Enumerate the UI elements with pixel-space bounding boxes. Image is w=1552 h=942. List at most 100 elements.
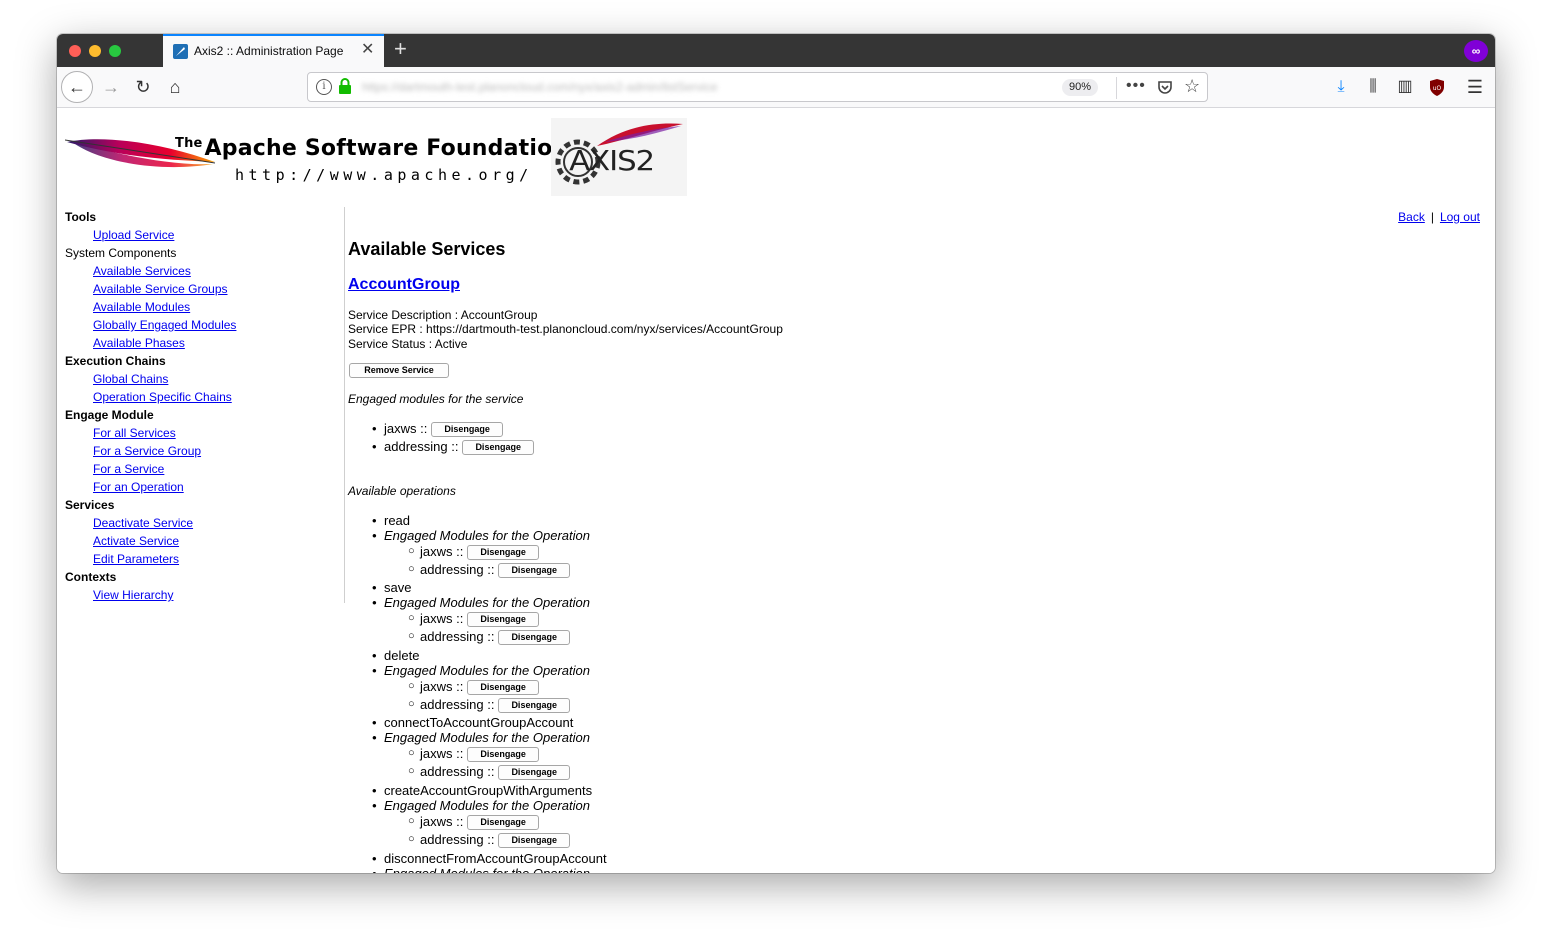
module-name: jaxws :: bbox=[420, 746, 464, 761]
operation-modules-heading: • Engaged Modules for the Operation bbox=[372, 730, 590, 746]
close-tab-icon[interactable]: ✕ bbox=[361, 41, 374, 59]
top-links: Back | Log out bbox=[1398, 210, 1480, 224]
library-icon[interactable]: ⫼ bbox=[1362, 76, 1384, 98]
operation-item: • save bbox=[372, 580, 411, 596]
circle-bullet: ○ bbox=[408, 612, 415, 624]
axis2-logo-text: AXIS2 bbox=[569, 144, 655, 177]
home-icon[interactable]: ⌂ bbox=[159, 71, 191, 103]
operation-modules-label: Engaged Modules for the Operation bbox=[384, 798, 590, 813]
tab-strip: Axis2 :: Administration Page ✕ + ∞ bbox=[57, 34, 1495, 67]
minimize-window-button[interactable] bbox=[89, 45, 101, 57]
sidebar-heading: Execution Chains bbox=[65, 354, 166, 368]
operation-module-item: ○ addressing :: Disengage bbox=[408, 629, 570, 646]
disengage-button[interactable]: Disengage bbox=[462, 440, 534, 456]
operation-name: delete bbox=[384, 648, 420, 663]
module-name: jaxws :: bbox=[420, 814, 464, 829]
module-name: addressing :: bbox=[420, 629, 495, 644]
operation-modules-heading: • Engaged Modules for the Operation bbox=[372, 798, 590, 814]
svg-text:uO: uO bbox=[1433, 85, 1442, 92]
link-separator: | bbox=[1430, 210, 1434, 224]
sidebar-link[interactable]: Globally Engaged Modules bbox=[93, 316, 236, 334]
operation-modules-heading: • Engaged Modules for the Operation bbox=[372, 595, 590, 611]
service-description: Service Description : AccountGroup bbox=[348, 308, 538, 322]
bullet-dot: • bbox=[372, 783, 377, 798]
disengage-button[interactable]: Disengage bbox=[498, 833, 570, 849]
disengage-button[interactable]: Disengage bbox=[498, 630, 570, 646]
disengage-button[interactable]: Disengage bbox=[467, 680, 539, 696]
back-arrow-icon[interactable]: ← bbox=[61, 71, 93, 103]
disengage-button[interactable]: Disengage bbox=[498, 698, 570, 714]
disengage-button[interactable]: Disengage bbox=[431, 422, 503, 438]
logout-link[interactable]: Log out bbox=[1440, 210, 1480, 224]
remove-service-button[interactable]: Remove Service bbox=[349, 363, 449, 378]
operation-module-item: ○ jaxws :: Disengage bbox=[408, 679, 539, 696]
sidebar-link[interactable]: View Hierarchy bbox=[93, 586, 173, 604]
module-name: jaxws :: bbox=[420, 544, 464, 559]
url-bar[interactable]: i https://dartmouth-test.planoncloud.com… bbox=[307, 72, 1208, 102]
download-icon[interactable]: ⤓ bbox=[1330, 76, 1352, 98]
info-icon[interactable]: i bbox=[316, 79, 332, 95]
operation-modules-label: Engaged Modules for the Operation bbox=[384, 595, 590, 610]
sidebar-link[interactable]: Global Chains bbox=[93, 370, 168, 388]
feather-favicon-icon bbox=[173, 44, 188, 59]
asf-the: The bbox=[175, 136, 203, 151]
operation-module-item: ○ addressing :: Disengage bbox=[408, 764, 570, 781]
url-text[interactable]: https://dartmouth-test.planoncloud.com/n… bbox=[362, 80, 718, 94]
url-separator bbox=[1116, 77, 1117, 99]
disengage-button[interactable]: Disengage bbox=[467, 815, 539, 831]
lock-icon[interactable] bbox=[338, 78, 352, 94]
service-module-item: • addressing :: Disengage bbox=[372, 439, 534, 456]
circle-bullet: ○ bbox=[408, 545, 415, 557]
close-window-button[interactable] bbox=[69, 45, 81, 57]
sidebar-link[interactable]: For a Service bbox=[93, 460, 164, 478]
sidebar-link[interactable]: Operation Specific Chains bbox=[93, 388, 232, 406]
disengage-button[interactable]: Disengage bbox=[467, 545, 539, 561]
engaged-modules-heading: Engaged modules for the service bbox=[348, 392, 524, 406]
page-actions-icon[interactable]: ••• bbox=[1126, 77, 1146, 95]
page-title: Available Services bbox=[348, 239, 506, 259]
asf-title-text: Apache Software Foundation bbox=[204, 136, 569, 161]
zoom-window-button[interactable] bbox=[109, 45, 121, 57]
hamburger-menu-icon[interactable]: ☰ bbox=[1464, 76, 1486, 98]
circle-bullet: ○ bbox=[408, 563, 415, 575]
bullet-dot: • bbox=[372, 866, 377, 873]
sidebar-link[interactable]: Available Modules bbox=[93, 298, 190, 316]
sidebar-link[interactable]: Upload Service bbox=[93, 226, 174, 244]
operation-module-item: ○ jaxws :: Disengage bbox=[408, 544, 539, 561]
operation-name: read bbox=[384, 513, 411, 528]
zoom-indicator[interactable]: 90% bbox=[1062, 79, 1099, 96]
operation-name: createAccountGroupWithArguments bbox=[384, 783, 593, 798]
back-link[interactable]: Back bbox=[1398, 210, 1425, 224]
forward-arrow-icon[interactable]: → bbox=[95, 71, 127, 103]
bullet-dot: • bbox=[372, 513, 377, 528]
module-name: addressing :: bbox=[420, 697, 495, 712]
operation-module-item: ○ addressing :: Disengage bbox=[408, 697, 570, 714]
bullet-dot: • bbox=[372, 663, 377, 678]
sidebar-icon[interactable]: ▥ bbox=[1394, 76, 1416, 98]
operation-modules-label: Engaged Modules for the Operation bbox=[384, 528, 590, 543]
sidebar-link[interactable]: Available Services bbox=[93, 262, 191, 280]
service-module-item: • jaxws :: Disengage bbox=[372, 421, 503, 438]
sidebar-link[interactable]: For a Service Group bbox=[93, 442, 201, 460]
disengage-button[interactable]: Disengage bbox=[498, 765, 570, 781]
sidebar-link[interactable]: Deactivate Service bbox=[93, 514, 193, 532]
ublock-shield-icon[interactable]: uO bbox=[1426, 76, 1448, 98]
sidebar-link[interactable]: Edit Parameters bbox=[93, 550, 179, 568]
pocket-icon[interactable] bbox=[1157, 79, 1173, 95]
tab-active[interactable]: Axis2 :: Administration Page ✕ bbox=[163, 34, 384, 67]
disengage-button[interactable]: Disengage bbox=[467, 747, 539, 763]
navigation-toolbar: ← → ↻ ⌂ i https://dartmouth-test.planonc… bbox=[57, 67, 1495, 108]
bookmark-star-icon[interactable]: ☆ bbox=[1184, 76, 1200, 97]
reload-icon[interactable]: ↻ bbox=[127, 71, 159, 103]
service-name-link[interactable]: AccountGroup bbox=[348, 276, 460, 294]
disengage-button[interactable]: Disengage bbox=[498, 563, 570, 579]
sidebar-link[interactable]: Available Phases bbox=[93, 334, 185, 352]
sidebar-link[interactable]: For all Services bbox=[93, 424, 176, 442]
service-status: Service Status : Active bbox=[348, 337, 468, 351]
sidebar-link[interactable]: For an Operation bbox=[93, 478, 184, 496]
sidebar-heading: Services bbox=[65, 498, 115, 512]
disengage-button[interactable]: Disengage bbox=[467, 612, 539, 628]
new-tab-button[interactable]: + bbox=[394, 37, 407, 61]
sidebar-link[interactable]: Activate Service bbox=[93, 532, 179, 550]
sidebar-link[interactable]: Available Service Groups bbox=[93, 280, 228, 298]
